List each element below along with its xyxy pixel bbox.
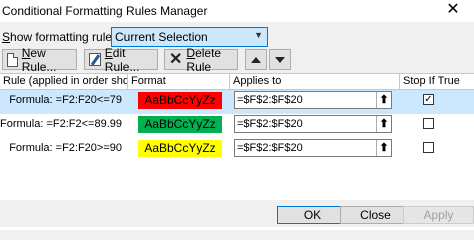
rule-formula: Formula: =F2:F20>=90 <box>9 142 122 154</box>
collapse-range-icon[interactable]: ⬆ <box>376 116 391 132</box>
applies-to-value: =$F$2:$F$20 <box>237 118 303 130</box>
applies-to-value: =$F$2:$F$20 <box>237 94 303 106</box>
arrow-up-icon <box>251 56 261 63</box>
title-bar: Conditional Formatting Rules Manager ✕ <box>0 0 474 22</box>
applies-to-field[interactable]: =$F$2:$F$20 ⬆ <box>234 139 392 157</box>
new-rule-button[interactable]: New Rule... <box>2 46 77 74</box>
format-preview: AaBbCcYyZz <box>138 140 222 157</box>
applies-to-value: =$F$2:$F$20 <box>237 142 303 154</box>
applies-to-field[interactable]: =$F$2:$F$20 ⬆ <box>234 115 392 133</box>
rule-formula: Formula: =F2:F2<=89.99 <box>0 118 122 130</box>
format-preview: AaBbCcYyZz <box>138 92 222 109</box>
chevron-down-icon: ▼ <box>254 30 263 40</box>
move-up-button[interactable] <box>245 49 267 70</box>
edit-pencil-icon <box>89 53 101 66</box>
close-button[interactable]: Close <box>340 206 411 224</box>
table-row[interactable]: Formula: =F2:F2<=89.99 AaBbCcYyZz =$F$2:… <box>0 114 474 138</box>
column-header-applies-to[interactable]: Applies to <box>230 74 400 90</box>
delete-rule-button[interactable]: ✕ Delete Rule <box>164 46 238 74</box>
show-rules-for-dropdown[interactable]: Current Selection ▼ <box>111 27 268 47</box>
column-header-format[interactable]: Format <box>128 74 230 90</box>
column-header-rule[interactable]: Rule (applied in order shown) <box>0 74 128 90</box>
stop-if-true-checkbox[interactable] <box>423 118 434 129</box>
rule-formula: Formula: =F2:F20<=79 <box>9 94 122 106</box>
ok-button[interactable]: OK <box>277 206 348 224</box>
column-header-stop-if-true[interactable]: Stop If True <box>400 74 474 90</box>
window-title: Conditional Formatting Rules Manager <box>2 4 208 18</box>
move-down-button[interactable] <box>269 49 291 70</box>
new-document-icon <box>7 52 18 67</box>
delete-x-icon: ✕ <box>169 50 183 68</box>
table-row[interactable]: Formula: =F2:F20>=90 AaBbCcYyZz =$F$2:$F… <box>0 138 474 162</box>
collapse-range-icon[interactable]: ⬆ <box>376 140 391 156</box>
stop-if-true-checkbox[interactable] <box>423 142 434 153</box>
format-preview: AaBbCcYyZz <box>138 116 222 133</box>
arrow-down-icon <box>275 56 285 63</box>
close-icon[interactable]: ✕ <box>432 0 474 22</box>
show-rules-for-value: Current Selection <box>115 30 208 44</box>
apply-button[interactable]: Apply <box>403 206 474 224</box>
table-row[interactable]: Formula: =F2:F20<=79 AaBbCcYyZz =$F$2:$F… <box>0 90 474 114</box>
stop-if-true-checkbox[interactable]: ✓ <box>423 94 434 105</box>
applies-to-field[interactable]: =$F$2:$F$20 ⬆ <box>234 91 392 109</box>
edit-rule-button[interactable]: Edit Rule... <box>84 46 158 74</box>
collapse-range-icon[interactable]: ⬆ <box>376 92 391 108</box>
